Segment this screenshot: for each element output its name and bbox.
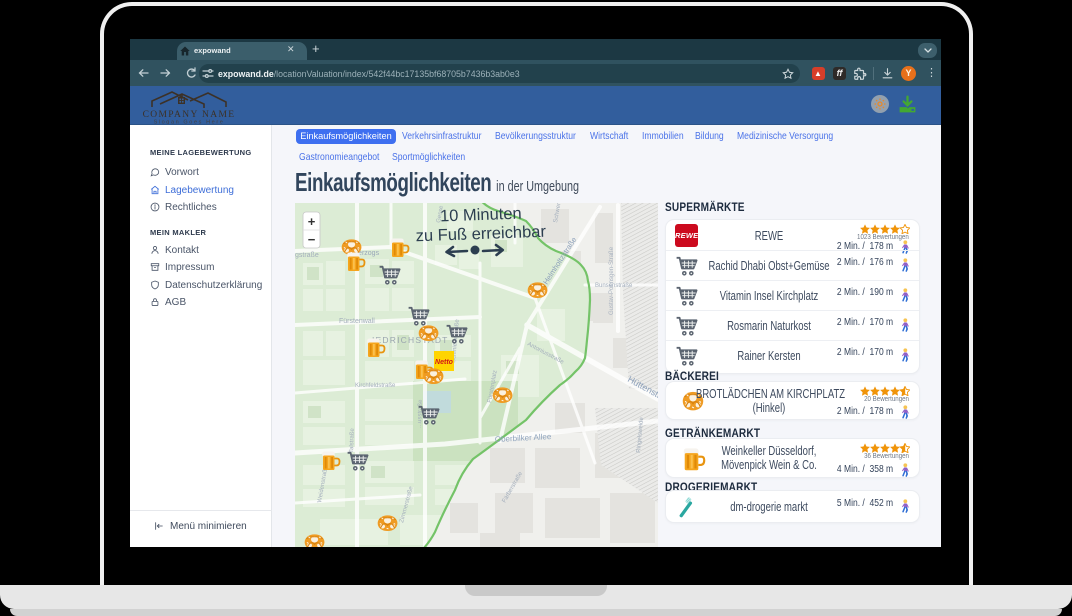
svg-text:Slogan Goes Here: Slogan Goes Here <box>154 120 225 125</box>
svg-text:Netto: Netto <box>435 359 454 366</box>
svg-text:−: − <box>308 232 316 247</box>
svg-text:Gustav-Poensgen-Straße: Gustav-Poensgen-Straße <box>609 246 615 315</box>
svg-text:Talstraße: Talstraße <box>349 428 356 454</box>
svg-text:gstraße: gstraße <box>295 252 319 259</box>
svg-text:Bunsenstraße: Bunsenstraße <box>595 283 633 289</box>
svg-text:Fürstenwall: Fürstenwall <box>339 318 375 325</box>
svg-text:Kirchfeldstraße: Kirchfeldstraße <box>355 383 396 389</box>
svg-text:10 Minuten: 10 Minuten <box>440 205 522 226</box>
svg-text:COMPANY NAME: COMPANY NAME <box>143 110 236 120</box>
svg-text:Oberbilker Allee: Oberbilker Allee <box>495 432 552 444</box>
svg-text:+: + <box>308 214 316 229</box>
